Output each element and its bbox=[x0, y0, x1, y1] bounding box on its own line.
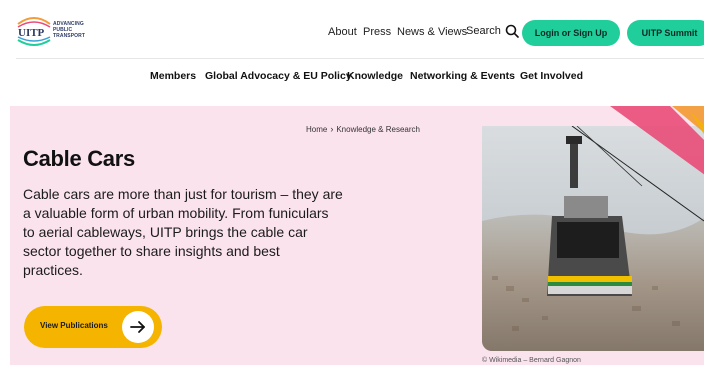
view-publications-label: View Publications bbox=[40, 321, 108, 330]
nav-about[interactable]: About bbox=[328, 26, 357, 38]
view-publications-button[interactable]: View Publications bbox=[24, 306, 162, 348]
nav-knowledge[interactable]: Knowledge bbox=[347, 70, 403, 82]
nav-members[interactable]: Members bbox=[150, 70, 196, 82]
nav-press[interactable]: Press bbox=[363, 26, 391, 38]
decorative-ribbon bbox=[610, 106, 704, 175]
search-label: Search bbox=[466, 25, 501, 37]
photo-credit: © Wikimedia – Bernard Gagnon bbox=[482, 357, 581, 364]
uitp-logo-mark: UITP bbox=[17, 17, 51, 46]
main-navigation: Members Global Advocacy & EU Policy Know… bbox=[0, 70, 704, 84]
arrow-right-icon bbox=[122, 311, 154, 343]
breadcrumb-home[interactable]: Home bbox=[306, 125, 327, 134]
hero-description: Cable cars are more than just for touris… bbox=[23, 186, 343, 278]
uitp-summit-button[interactable]: UITP Summit bbox=[627, 20, 704, 46]
login-signup-button[interactable]: Login or Sign Up bbox=[522, 20, 620, 46]
nav-global-advocacy[interactable]: Global Advocacy & EU Policy bbox=[205, 70, 352, 82]
search-icon bbox=[505, 24, 519, 38]
uitp-logo[interactable]: UITP ADVANCING PUBLIC TRANSPORT bbox=[16, 14, 96, 48]
logo-tagline: ADVANCING PUBLIC TRANSPORT bbox=[53, 21, 86, 39]
search-button[interactable]: Search bbox=[466, 24, 519, 38]
breadcrumb: Home › Knowledge & Research bbox=[306, 124, 420, 134]
hero-section: Home › Knowledge & Research Cable Cars C… bbox=[10, 106, 704, 365]
chevron-right-icon: › bbox=[330, 124, 334, 134]
nav-get-involved[interactable]: Get Involved bbox=[520, 70, 583, 82]
page-title: Cable Cars bbox=[23, 146, 135, 171]
site-header: UITP ADVANCING PUBLIC TRANSPORT About Pr… bbox=[0, 0, 704, 70]
nav-networking-events[interactable]: Networking & Events bbox=[410, 70, 515, 82]
header-divider bbox=[16, 58, 704, 59]
nav-news-views[interactable]: News & Views bbox=[397, 26, 467, 38]
logo-wordmark: UITP bbox=[18, 27, 45, 39]
breadcrumb-current[interactable]: Knowledge & Research bbox=[336, 125, 420, 134]
